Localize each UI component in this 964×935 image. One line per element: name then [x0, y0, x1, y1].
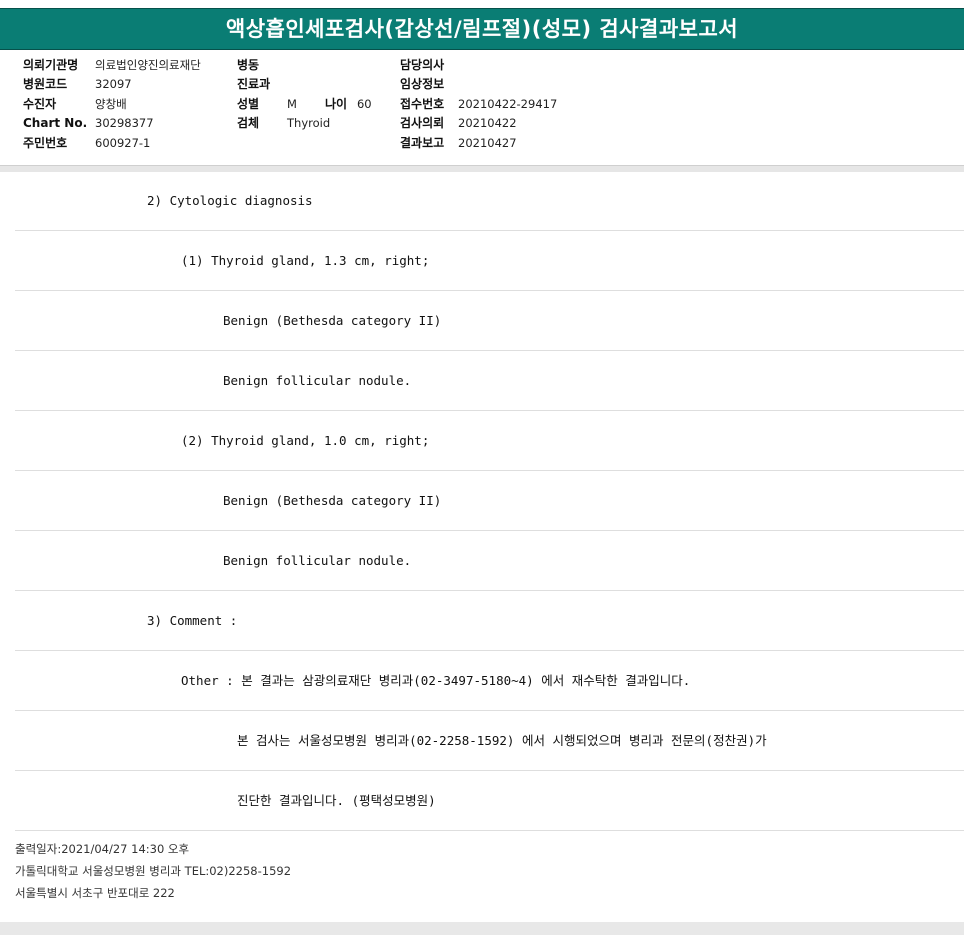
report-title: 액상흡인세포검사(갑상선/림프절)(성모) 검사결과보고서 — [0, 8, 964, 50]
request-date-label: 검사의뢰 — [400, 116, 445, 131]
info-row-accession: 접수번호 20210422-29417 — [400, 95, 557, 114]
info-row-ward: 병동 — [237, 56, 372, 75]
report-footer: 출력일자:2021/04/27 14:30 오후 가톨릭대학교 서울성모병원 병… — [15, 838, 291, 904]
info-row-institution: 의뢰기관명 의료법인양진의료재단 — [23, 56, 201, 75]
patient-label: 수진자 — [23, 96, 57, 111]
report-line: 2) Cytologic diagnosis — [15, 171, 964, 231]
report-line: 본 검사는 서울성모병원 병리과(02-2258-1592) 에서 시행되었으며… — [15, 711, 964, 771]
specimen-label: 검체 — [237, 116, 260, 131]
info-row-report-date: 결과보고 20210427 — [400, 134, 557, 153]
info-row-specimen: 검체 Thyroid — [237, 114, 372, 133]
patient-value: 양창배 — [95, 96, 127, 111]
department-label: 진료과 — [237, 77, 271, 92]
bottom-bar — [0, 922, 964, 935]
resident-no-label: 주민번호 — [23, 135, 68, 150]
resident-no-value: 600927-1 — [95, 135, 151, 150]
hospital-contact: 가톨릭대학교 서울성모병원 병리과 TEL:02)2258-1592 — [15, 864, 292, 878]
comment-line-3: 진단한 결과입니다. (평택성모병원) — [237, 793, 436, 808]
report-line: Benign follicular nodule. — [15, 531, 964, 591]
ward-label: 병동 — [237, 58, 260, 72]
section-heading-diagnosis: 2) Cytologic diagnosis — [147, 193, 313, 208]
report-line: (1) Thyroid gland, 1.3 cm, right; — [15, 231, 964, 291]
header-column-middle: 병동 진료과 성별 M 나이 60 검체 Thyroid — [237, 56, 372, 134]
age-label: 나이 — [324, 96, 348, 111]
info-row-clinical-info: 임상정보 — [400, 75, 557, 94]
age-value: 60 — [356, 96, 372, 111]
section-heading-comment: 3) Comment : — [147, 613, 238, 628]
hospital-code-label: 병원코드 — [23, 77, 68, 92]
doctor-label: 담당의사 — [400, 58, 445, 72]
specimen-2-category: Benign (Bethesda category II) — [223, 493, 442, 508]
specimen-2-heading: (2) Thyroid gland, 1.0 cm, right; — [181, 433, 430, 448]
specimen-value: Thyroid — [287, 116, 331, 131]
specimen-1-heading: (1) Thyroid gland, 1.3 cm, right; — [181, 253, 430, 268]
patient-info-header: 의뢰기관명 의료법인양진의료재단 병원코드 32097 수진자 양창배 Chart N… — [0, 52, 964, 164]
chart-no-value: 30298377 — [95, 116, 154, 131]
specimen-1-result: Benign follicular nodule. — [223, 373, 412, 388]
print-date: 출력일자:2021/04/27 14:30 오후 — [15, 842, 190, 856]
institution-value: 의료법인양진의료재단 — [95, 58, 201, 72]
report-line: 3) Comment : — [15, 591, 964, 651]
hospital-code-value: 32097 — [95, 77, 132, 92]
accession-label: 접수번호 — [400, 96, 445, 111]
specimen-2-result: Benign follicular nodule. — [223, 553, 412, 568]
header-column-right: 담당의사 임상정보 접수번호 20210422-29417 검사의뢰 2021042… — [400, 56, 557, 153]
sex-label: 성별 — [237, 96, 260, 111]
hospital-address: 서울특별시 서초구 반포대로 222 — [15, 886, 175, 900]
info-row-hospital-code: 병원코드 32097 — [23, 75, 201, 94]
info-row-department: 진료과 — [237, 75, 372, 94]
sex-value: M — [287, 96, 297, 111]
info-row-request-date: 검사의뢰 20210422 — [400, 114, 557, 133]
header-column-left: 의뢰기관명 의료법인양진의료재단 병원코드 32097 수진자 양창배 Chart N… — [23, 56, 201, 153]
info-row-doctor: 담당의사 — [400, 56, 557, 75]
info-row-resident-no: 주민번호 600927-1 — [23, 134, 201, 153]
report-line: 진단한 결과입니다. (평택성모병원) — [15, 771, 964, 831]
report-body: 2) Cytologic diagnosis (1) Thyroid gland… — [0, 171, 964, 831]
chart-no-label: Chart No. — [23, 116, 88, 131]
comment-line-1: Other : 본 결과는 삼광의료재단 병리과(02-3497-5180~4)… — [181, 673, 691, 688]
report-date-value: 20210427 — [458, 135, 517, 150]
request-date-value: 20210422 — [458, 116, 517, 131]
report-line: Benign (Bethesda category II) — [15, 471, 964, 531]
clinical-info-label: 임상정보 — [400, 77, 445, 92]
specimen-1-category: Benign (Bethesda category II) — [223, 313, 442, 328]
accession-value: 20210422-29417 — [458, 96, 558, 111]
report-line: Other : 본 결과는 삼광의료재단 병리과(02-3497-5180~4)… — [15, 651, 964, 711]
report-line: Benign (Bethesda category II) — [15, 291, 964, 351]
comment-line-2: 본 검사는 서울성모병원 병리과(02-2258-1592) 에서 시행되었으며… — [237, 733, 767, 748]
institution-label: 의뢰기관명 — [23, 58, 79, 72]
info-row-sex-age: 성별 M 나이 60 — [237, 95, 372, 114]
report-date-label: 결과보고 — [400, 135, 445, 150]
info-row-chart-no: Chart No. 30298377 — [23, 114, 201, 133]
report-line: (2) Thyroid gland, 1.0 cm, right; — [15, 411, 964, 471]
info-row-patient: 수진자 양창배 — [23, 95, 201, 114]
report-line: Benign follicular nodule. — [15, 351, 964, 411]
